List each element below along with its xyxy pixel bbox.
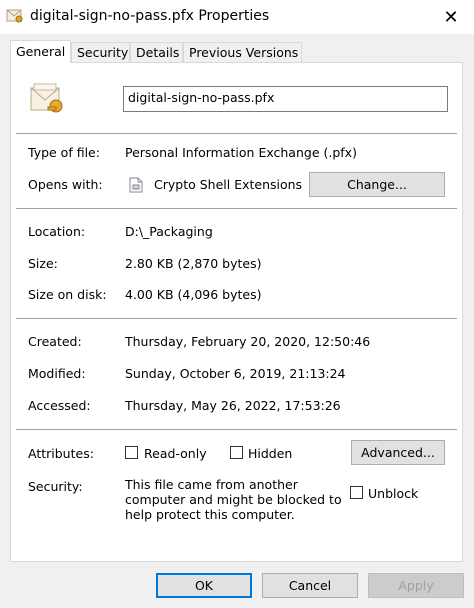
close-button[interactable]: ✕: [428, 0, 474, 34]
close-icon: ✕: [443, 6, 459, 28]
hidden-label: Hidden: [248, 446, 293, 461]
crypto-shell-icon: [129, 177, 143, 193]
opens-with-label: Opens with:: [28, 177, 103, 192]
unblock-label: Unblock: [368, 486, 419, 501]
type-label: Type of file:: [28, 145, 100, 160]
opens-with-value: Crypto Shell Extensions: [154, 177, 303, 192]
certificate-file-icon: [6, 9, 23, 23]
separator: [16, 133, 457, 134]
location-label: Location:: [28, 224, 86, 239]
size-on-disk-label: Size on disk:: [28, 287, 107, 302]
created-label: Created:: [28, 334, 82, 349]
apply-button[interactable]: Apply: [368, 573, 464, 598]
ok-button[interactable]: OK: [156, 573, 252, 598]
cancel-button[interactable]: Cancel: [262, 573, 358, 598]
security-message: This file came from another computer and…: [125, 477, 342, 522]
modified-value: Sunday, October 6, 2019, 21:13:24: [125, 366, 346, 381]
accessed-label: Accessed:: [28, 398, 91, 413]
tab-previous-versions[interactable]: Previous Versions: [183, 42, 302, 62]
size-on-disk-value: 4.00 KB (4,096 bytes): [125, 287, 262, 302]
filename-field[interactable]: digital-sign-no-pass.pfx: [123, 86, 448, 112]
separator: [16, 318, 457, 319]
separator: [16, 429, 457, 430]
advanced-button[interactable]: Advanced...: [351, 440, 445, 465]
location-value: D:\_Packaging: [125, 224, 213, 239]
readonly-label: Read-only: [144, 446, 207, 461]
window-title: digital-sign-no-pass.pfx Properties: [30, 8, 270, 24]
readonly-checkbox[interactable]: [125, 446, 138, 459]
type-value: Personal Information Exchange (.pfx): [125, 145, 357, 160]
attributes-label: Attributes:: [28, 446, 94, 461]
size-label: Size:: [28, 256, 58, 271]
accessed-value: Thursday, May 26, 2022, 17:53:26: [125, 398, 341, 413]
properties-window: digital-sign-no-pass.pfx Properties ✕ Ge…: [0, 0, 474, 608]
unblock-checkbox[interactable]: [350, 486, 363, 499]
tab-security[interactable]: Security: [71, 42, 130, 62]
certificate-file-icon: [30, 83, 63, 113]
separator: [16, 208, 457, 209]
size-value: 2.80 KB (2,870 bytes): [125, 256, 262, 271]
change-button[interactable]: Change...: [309, 172, 445, 197]
tab-details[interactable]: Details: [130, 42, 183, 62]
security-label: Security:: [28, 479, 83, 494]
title-bar: digital-sign-no-pass.pfx Properties ✕: [0, 0, 474, 34]
modified-label: Modified:: [28, 366, 86, 381]
hidden-checkbox[interactable]: [230, 446, 243, 459]
tab-general[interactable]: General: [10, 40, 71, 63]
created-value: Thursday, February 20, 2020, 12:50:46: [125, 334, 371, 349]
